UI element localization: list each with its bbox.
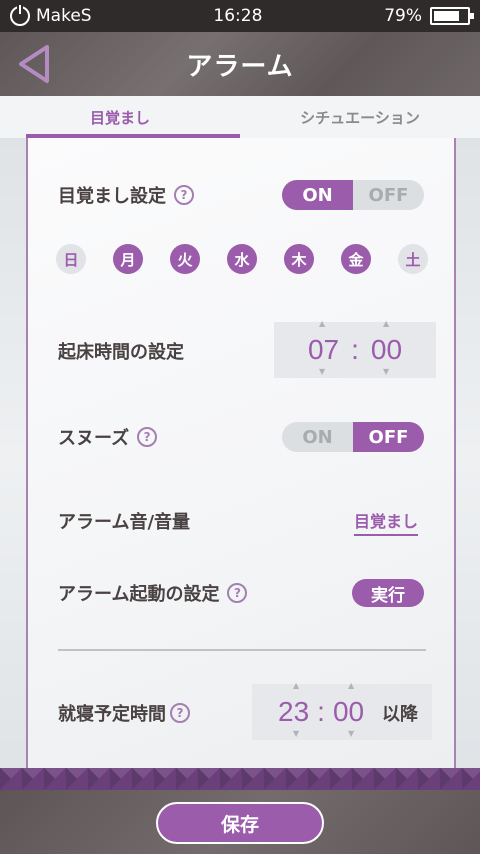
status-bar: MakeS 16:28 79% xyxy=(0,0,480,32)
bed-hour[interactable]: 23 xyxy=(278,696,309,728)
alarm-start-row: アラーム起動の設定 ? xyxy=(58,580,248,606)
bed-minute[interactable]: 00 xyxy=(333,696,364,728)
bed-time-separator: : xyxy=(317,696,325,727)
bed-minute-up-icon[interactable]: ▲ xyxy=(348,681,354,690)
day-thu[interactable]: 木 xyxy=(284,244,314,274)
header: アラーム xyxy=(0,32,480,96)
bed-time-row: 就寝予定時間 ? xyxy=(58,700,190,726)
snooze-label: スヌーズ xyxy=(58,428,130,449)
divider xyxy=(58,649,426,651)
wake-hour-down-icon[interactable]: ▼ xyxy=(319,367,325,376)
wake-toggle-off[interactable]: OFF xyxy=(353,180,424,210)
background-left xyxy=(0,138,26,778)
help-icon[interactable]: ? xyxy=(227,583,248,603)
decorative-strip xyxy=(0,768,480,790)
wake-toggle[interactable]: ON OFF xyxy=(282,180,424,210)
save-button[interactable]: 保存 xyxy=(156,802,324,844)
alarm-sound-row: アラーム音/音量 xyxy=(58,508,190,534)
settings-panel: 目覚まし設定 ? ON OFF 日 月 火 水 木 金 土 起床時間の設定 07… xyxy=(26,138,456,778)
day-wed[interactable]: 水 xyxy=(227,244,257,274)
day-tue[interactable]: 火 xyxy=(170,244,200,274)
wake-setting-row: 目覚まし設定 ? xyxy=(58,182,194,208)
tab-situation[interactable]: シチュエーション xyxy=(240,96,480,138)
bed-time-label: 就寝予定時間 xyxy=(58,704,166,725)
alarm-sound-link[interactable]: 目覚まし xyxy=(354,508,419,536)
alarm-sound-label: アラーム音/音量 xyxy=(58,512,191,533)
wake-setting-label: 目覚まし設定 xyxy=(58,186,166,207)
status-left: MakeS xyxy=(10,5,92,26)
back-arrow-icon xyxy=(19,45,49,83)
wake-toggle-on[interactable]: ON xyxy=(282,180,353,210)
day-mon[interactable]: 月 xyxy=(113,244,143,274)
bed-hour-up-icon[interactable]: ▲ xyxy=(293,681,299,690)
help-icon[interactable]: ? xyxy=(170,703,190,723)
wake-time-label: 起床時間の設定 xyxy=(58,342,184,363)
run-button[interactable]: 実行 xyxy=(352,579,424,607)
background-right xyxy=(454,138,480,778)
wake-time-separator: : xyxy=(351,334,359,365)
clock: 16:28 xyxy=(213,6,263,26)
back-button[interactable] xyxy=(14,42,54,86)
bed-minute-down-icon[interactable]: ▼ xyxy=(348,729,354,738)
tab-wake[interactable]: 目覚まし xyxy=(0,96,240,138)
battery-percent: 79% xyxy=(384,6,422,26)
snooze-toggle-on[interactable]: ON xyxy=(282,422,353,452)
alarm-start-label: アラーム起動の設定 xyxy=(58,584,220,605)
day-sat[interactable]: 土 xyxy=(398,244,428,274)
wake-hour[interactable]: 07 xyxy=(308,334,339,366)
help-icon[interactable]: ? xyxy=(137,427,158,447)
app-name: MakeS xyxy=(36,6,92,26)
wake-hour-up-icon[interactable]: ▲ xyxy=(319,319,325,328)
status-right: 79% xyxy=(384,6,474,26)
battery-fill xyxy=(434,11,460,21)
day-sun[interactable]: 日 xyxy=(56,244,86,274)
snooze-row: スヌーズ ? xyxy=(58,424,158,450)
wake-time-picker[interactable]: 07 : 00 xyxy=(274,322,436,378)
day-selector: 日 月 火 水 木 金 土 xyxy=(56,244,428,274)
wake-minute[interactable]: 00 xyxy=(371,334,402,366)
wake-minute-up-icon[interactable]: ▲ xyxy=(383,319,389,328)
page-title: アラーム xyxy=(186,51,294,82)
snooze-toggle-off[interactable]: OFF xyxy=(353,422,424,452)
battery-icon xyxy=(430,7,474,25)
wake-time-row: 起床時間の設定 xyxy=(58,338,184,364)
tab-bar: 目覚まし シチュエーション xyxy=(0,96,480,138)
bed-time-suffix: 以降 xyxy=(382,704,418,725)
day-fri[interactable]: 金 xyxy=(341,244,371,274)
wake-minute-down-icon[interactable]: ▼ xyxy=(383,367,389,376)
help-icon[interactable]: ? xyxy=(174,185,194,205)
power-icon xyxy=(10,5,30,26)
bed-hour-down-icon[interactable]: ▼ xyxy=(293,729,299,738)
snooze-toggle[interactable]: ON OFF xyxy=(282,422,424,452)
